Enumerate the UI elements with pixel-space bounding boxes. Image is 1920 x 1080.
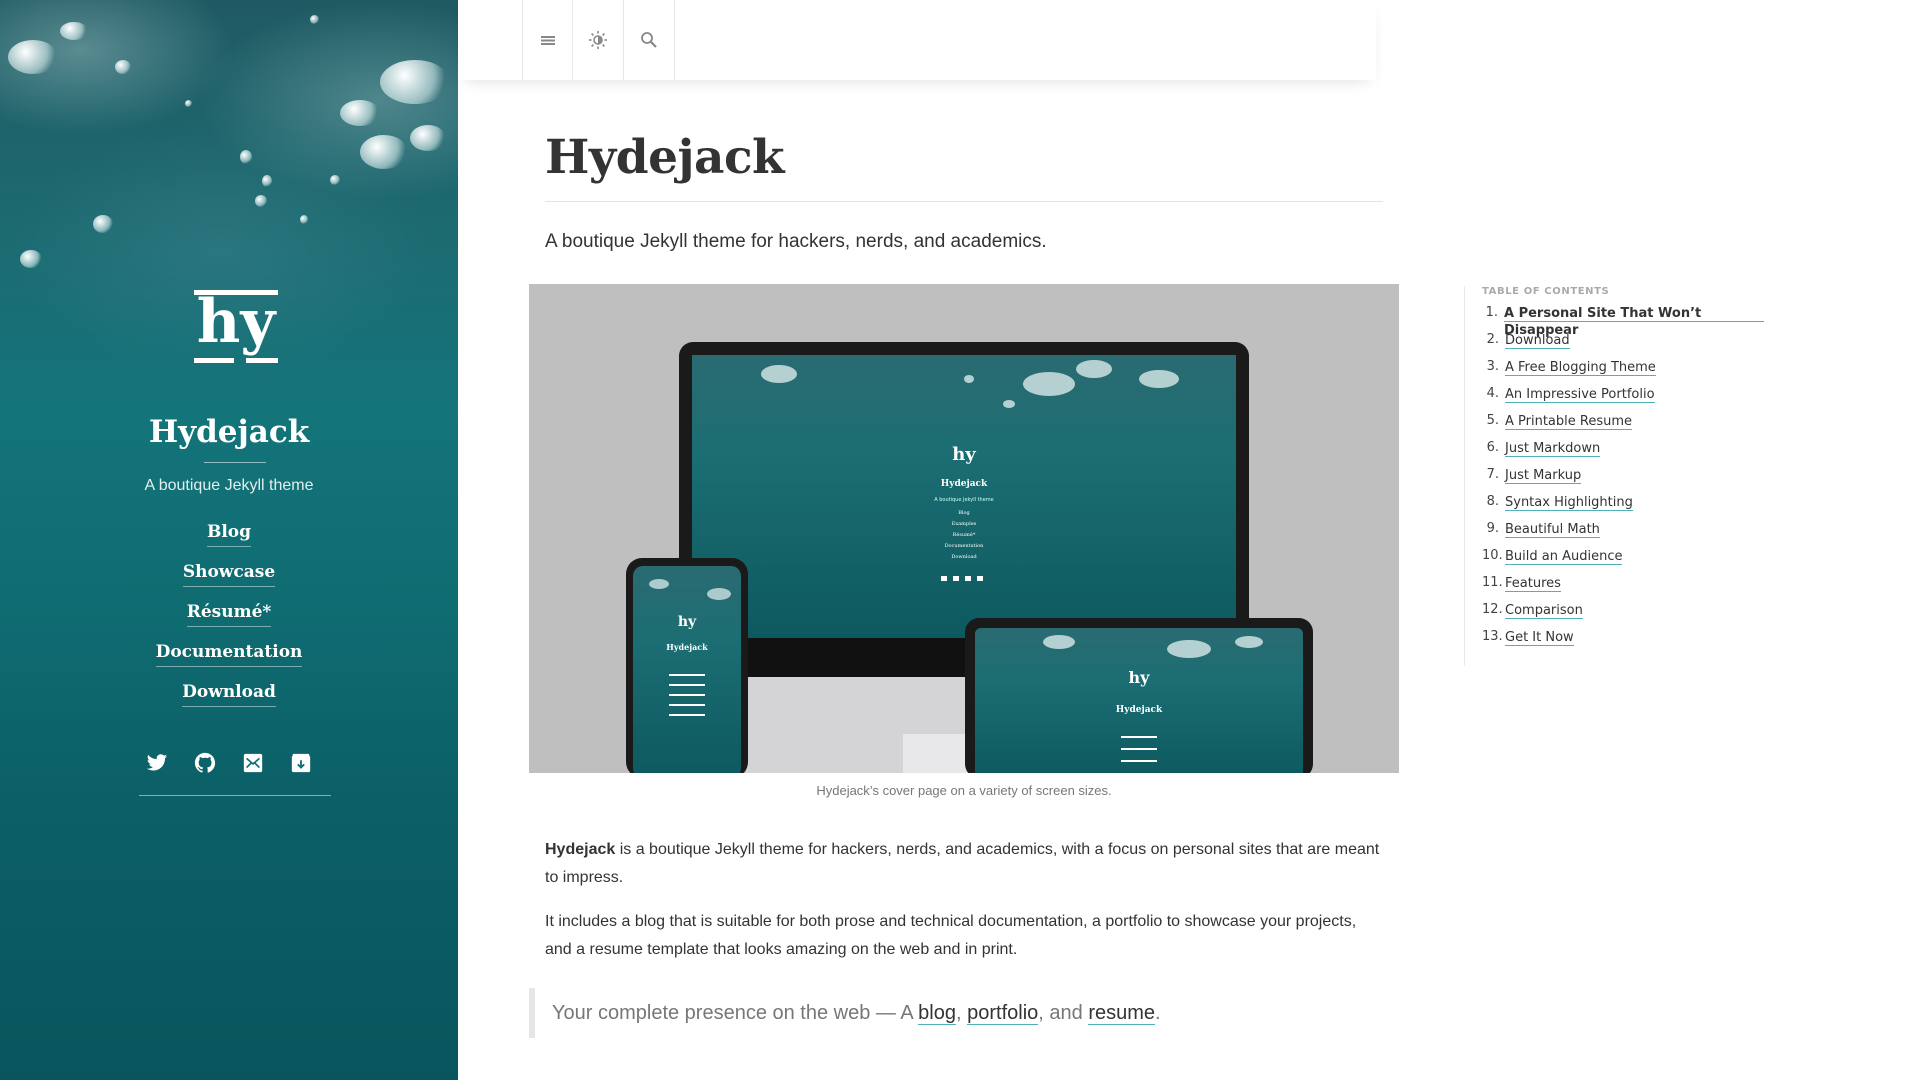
toc-item[interactable]: 11. Features [1482, 575, 1764, 602]
device-screen-nav-item: Résumé* [953, 531, 976, 538]
svg-text:hy: hy [197, 290, 278, 357]
intro-paragraph: Hydejack is a boutique Jekyll theme for … [545, 836, 1383, 892]
svg-text:hy: hy [1129, 668, 1151, 687]
svg-text:Hydejack: Hydejack [1116, 705, 1163, 715]
search-icon [641, 32, 657, 48]
title-rule [545, 201, 1383, 202]
hydejack-logo[interactable]: hy [194, 290, 278, 368]
site-tagline: A boutique Jekyll theme [144, 477, 314, 494]
toc-item[interactable]: 3. A Free Blogging Theme [1482, 359, 1764, 386]
toc-item[interactable]: 13. Get It Now [1482, 629, 1764, 656]
title-divider [204, 462, 266, 463]
toc-heading: Table of Contents [1482, 286, 1610, 297]
twitter-icon[interactable] [146, 752, 168, 774]
rss-icon[interactable] [290, 752, 312, 774]
lead-text: A boutique Jekyll theme for hackers, ner… [545, 231, 1047, 252]
toc-item[interactable]: 1. A Personal Site That Won’t Disappear [1482, 305, 1764, 338]
toc-item[interactable]: 2. Download [1482, 332, 1764, 359]
device-screen-nav-item: Blog [958, 510, 970, 516]
toc-item[interactable]: 10. Build an Audience [1482, 548, 1764, 575]
device-screen-title: Hydejack [941, 479, 988, 489]
intro-text: is a boutique Jekyll theme for hackers, … [545, 841, 1380, 886]
page-title: Hydejack [545, 130, 785, 185]
toc-item[interactable]: 9. Beautiful Math [1482, 521, 1764, 548]
github-icon[interactable] [194, 752, 216, 774]
presence-quote: Your complete presence on the web — A bl… [529, 988, 1389, 1038]
menu-icon [540, 36, 555, 45]
search-button[interactable] [624, 0, 675, 80]
theme-toggle-icon [589, 31, 607, 49]
hero-figure: hy Hydejack A boutique Jekyll theme Blog… [529, 284, 1399, 773]
device-screen-tagline: A boutique Jekyll theme [934, 497, 994, 503]
nav-item-resume[interactable]: Résumé* [0, 600, 458, 640]
sidebar-divider [139, 795, 331, 796]
figure-caption: Hydejack’s cover page on a variety of sc… [816, 783, 1112, 798]
table-of-contents: Table of Contents 1. A Personal Site That… [1464, 286, 1764, 666]
toc-item[interactable]: 8. Syntax Highlighting [1482, 494, 1764, 521]
theme-toggle-button[interactable] [573, 0, 624, 80]
quote-link-resume[interactable]: resume [1088, 1002, 1156, 1025]
nav-item-showcase[interactable]: Showcase [0, 560, 458, 600]
toc-list: 1. A Personal Site That Won’t Disappear 2… [1482, 305, 1764, 656]
svg-text:hy: hy [678, 614, 697, 630]
toc-item[interactable]: 12. Comparison [1482, 602, 1764, 629]
quote-link-portfolio[interactable]: portfolio [967, 1002, 1039, 1025]
svg-text:Hydejack: Hydejack [666, 642, 708, 652]
sidebar: hy Hydejack A boutique Jekyll theme Blog… [0, 0, 458, 1080]
device-screen-nav-item: Download [951, 554, 977, 560]
toc-item[interactable]: 6. Just Markdown [1482, 440, 1764, 467]
site-title[interactable]: Hydejack [0, 414, 458, 450]
nav-item-documentation[interactable]: Documentation [0, 640, 458, 680]
quote-link-blog[interactable]: blog [918, 1002, 956, 1025]
toc-item[interactable]: 4. An Impressive Portfolio [1482, 386, 1764, 413]
nav-item-blog[interactable]: Blog [0, 520, 458, 560]
nav-item-download[interactable]: Download [0, 680, 458, 720]
toc-item[interactable]: 5. A Printable Resume [1482, 413, 1764, 440]
sidebar-nav: Blog Showcase Résumé* Documentation Down… [0, 520, 458, 720]
svg-text:hy: hy [952, 444, 976, 465]
social-links [0, 752, 458, 774]
device-screen-nav-item: Documentation [945, 543, 985, 549]
device-mockup-image: hy Hydejack A boutique Jekyll theme Blog… [626, 342, 1313, 773]
features-paragraph: It includes a blog that is suitable for … [545, 913, 1357, 958]
menu-button[interactable] [522, 0, 573, 80]
toc-item[interactable]: 7. Just Markup [1482, 467, 1764, 494]
email-icon[interactable] [242, 752, 264, 774]
topbar [458, 0, 1376, 80]
device-screen-nav-item: Examples [952, 521, 977, 527]
intro-strong: Hydejack [545, 841, 616, 858]
